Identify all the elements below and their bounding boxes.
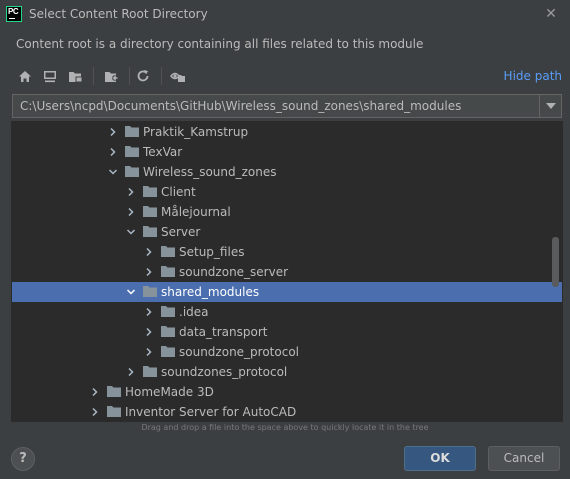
tree-row[interactable]: Wireless_sound_zones [12,162,562,182]
cancel-button[interactable]: Cancel [488,446,560,471]
tree-row-label: data_transport [179,325,268,339]
chevron-right-icon[interactable] [143,266,155,278]
tree-row[interactable]: HomeMade 3D [12,382,562,402]
path-value: C:\Users\ncpd\Documents\GitHub\Wireless_… [20,99,462,113]
chevron-right-icon[interactable] [89,386,101,398]
folder-icon [107,385,121,397]
chevron-down-icon[interactable] [107,166,119,178]
toolbar-separator [93,67,94,85]
tree-row[interactable]: data_transport [12,322,562,342]
toolbar: Hide path [12,65,562,87]
chevron-right-icon[interactable] [125,206,137,218]
pycharm-logo-icon: PC [6,6,22,22]
project-folder-icon[interactable] [64,65,86,87]
tree-row[interactable]: Server [12,222,562,242]
chevron-right-icon[interactable] [143,326,155,338]
chevron-right-icon[interactable] [143,306,155,318]
tree-row-label: Setup_files [179,245,245,259]
chevron-down-icon[interactable] [125,226,137,238]
folder-icon [161,305,175,317]
chevron-right-icon[interactable] [107,126,119,138]
close-icon[interactable]: ✕ [544,7,558,21]
chevron-right-icon[interactable] [89,406,101,418]
folder-icon [161,245,175,257]
title-bar: PC Select Content Root Directory ✕ [0,0,570,30]
tree-row[interactable]: TexVar [12,142,562,162]
refresh-icon[interactable] [132,65,154,87]
home-icon[interactable] [14,65,36,87]
chevron-down-icon[interactable] [125,286,137,298]
tree-row-label: .idea [179,305,209,319]
tree-scrollbar[interactable] [552,237,559,287]
folder-icon [161,325,175,337]
tree-row[interactable]: Målejournal [12,202,562,222]
folder-icon [107,405,121,417]
folder-icon [161,265,175,277]
tree-row-label: Wireless_sound_zones [143,165,277,179]
tree-row-label: soundzone_server [179,265,289,279]
toolbar-separator [161,67,162,85]
directory-tree[interactable]: Praktik_Kamstrup TexVar Wireless_sound_zon… [11,121,563,422]
chevron-right-icon[interactable] [125,186,137,198]
tree-row-label: soundzones_protocol [161,365,288,379]
tree-row[interactable]: soundzones_protocol [12,362,562,382]
tree-row[interactable]: Praktik_Kamstrup [12,122,562,142]
folder-icon [143,225,157,237]
new-folder-icon[interactable] [100,65,122,87]
dialog-description: Content root is a directory containing a… [16,37,424,51]
folder-icon [125,165,139,177]
tree-row[interactable]: .idea [12,302,562,322]
tree-row-label: Målejournal [161,205,231,219]
tree-row-label: soundzone_protocol [179,345,299,359]
folder-icon [125,145,139,157]
tree-row-label: Inventor Server for AutoCAD [125,405,297,419]
tree-row[interactable]: Inventor Server for AutoCAD [12,402,562,421]
folder-icon [143,285,157,297]
tree-row[interactable]: soundzone_server [12,262,562,282]
toolbar-separator [129,67,130,85]
chevron-right-icon[interactable] [125,366,137,378]
folder-icon [161,345,175,357]
tree-row[interactable]: shared_modules [12,282,562,302]
folder-icon [143,205,157,217]
folder-icon [143,185,157,197]
tree-row-label: HomeMade 3D [125,385,214,399]
show-hidden-icon[interactable] [167,65,189,87]
tree-row-label: TexVar [143,145,183,159]
tree-row[interactable]: Setup_files [12,242,562,262]
tree-row[interactable]: soundzone_protocol [12,342,562,362]
chevron-right-icon[interactable] [143,346,155,358]
chevron-right-icon[interactable] [107,146,119,158]
tree-row-label: Praktik_Kamstrup [143,125,249,139]
path-input[interactable]: C:\Users\ncpd\Documents\GitHub\Wireless_… [12,94,562,118]
desktop-icon[interactable] [39,65,61,87]
ok-button[interactable]: OK [404,446,476,471]
tree-row-label: Client [161,185,196,199]
drag-drop-hint: Drag and drop a file into the space abov… [141,423,429,432]
tree-row[interactable]: Client [12,182,562,202]
folder-icon [125,125,139,137]
help-button[interactable]: ? [11,447,35,471]
dropdown-arrow-icon[interactable] [539,95,561,117]
hide-path-link[interactable]: Hide path [504,69,562,83]
tree-row-label: shared_modules [161,285,260,299]
folder-icon [143,365,157,377]
tree-row-label: Server [161,225,201,239]
dialog-title: Select Content Root Directory [29,7,208,21]
chevron-right-icon[interactable] [143,246,155,258]
